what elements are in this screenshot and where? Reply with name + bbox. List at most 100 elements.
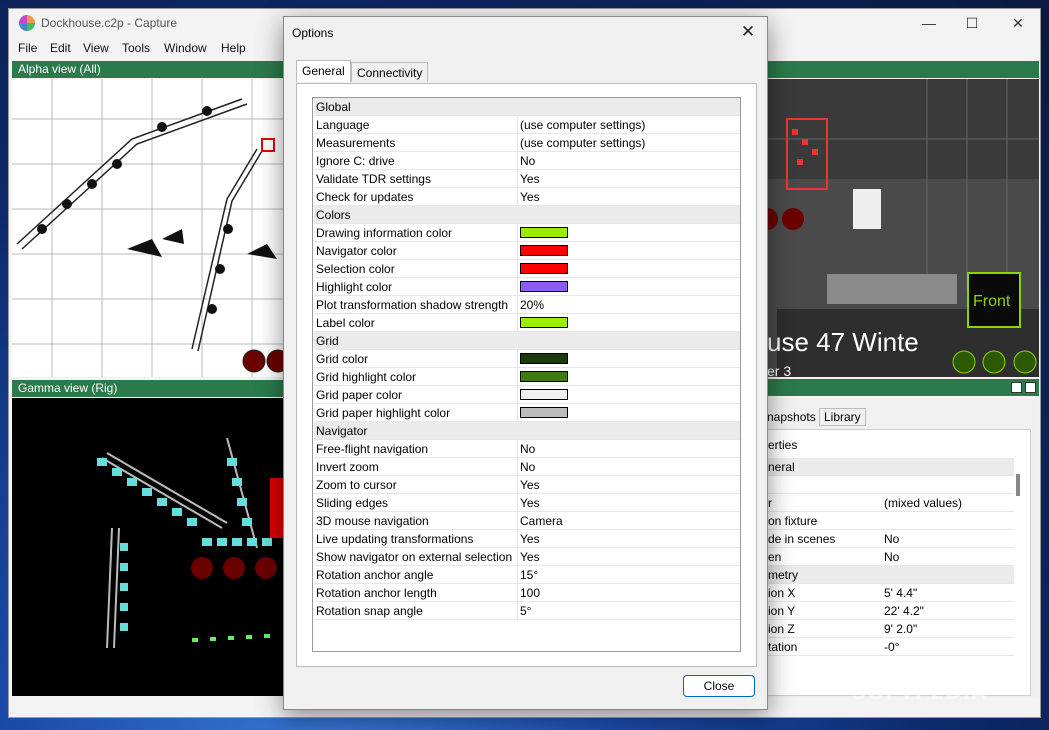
props-row[interactable]: de in scenes No: [768, 530, 1014, 548]
option-row[interactable]: Validate TDR settings Yes: [314, 170, 740, 188]
props-label: ion Z: [768, 622, 795, 636]
tab-general[interactable]: General: [296, 60, 351, 82]
option-row[interactable]: 3D mouse navigation Camera: [314, 512, 740, 530]
props-row[interactable]: r (mixed values): [768, 494, 1014, 512]
props-row[interactable]: ion Z 9' 2.0": [768, 620, 1014, 638]
option-value[interactable]: 15°: [520, 568, 538, 582]
option-row[interactable]: Measurements (use computer settings): [314, 134, 740, 152]
props-section-header: metry: [768, 566, 1014, 584]
option-row[interactable]: Rotation snap angle 5°: [314, 602, 740, 620]
option-row[interactable]: Grid paper color: [314, 386, 740, 404]
color-swatch[interactable]: [520, 263, 568, 274]
option-row[interactable]: Rotation anchor angle 15°: [314, 566, 740, 584]
props-value[interactable]: 22' 4.2": [884, 604, 924, 618]
dialog-close-icon[interactable]: ✕: [735, 21, 761, 43]
option-value[interactable]: (use computer settings): [520, 118, 645, 132]
props-value[interactable]: No: [884, 532, 899, 546]
option-row[interactable]: Drawing information color: [314, 224, 740, 242]
option-value[interactable]: No: [520, 442, 535, 456]
props-value[interactable]: 5' 4.4": [884, 586, 917, 600]
props-grid[interactable]: neral r (mixed values) on fixture de in scen…: [768, 458, 1014, 690]
option-row[interactable]: Grid highlight color: [314, 368, 740, 386]
alpha-view-canvas[interactable]: [12, 79, 283, 377]
option-row[interactable]: Grid paper highlight color: [314, 404, 740, 422]
props-value[interactable]: No: [884, 550, 899, 564]
option-row[interactable]: Check for updates Yes: [314, 188, 740, 206]
props-row[interactable]: ion X 5' 4.4": [768, 584, 1014, 602]
option-value[interactable]: No: [520, 154, 535, 168]
props-value[interactable]: (mixed values): [884, 496, 962, 510]
option-row[interactable]: Zoom to cursor Yes: [314, 476, 740, 494]
general-tab-panel: Global Language (use computer settings) Mea…: [296, 83, 757, 667]
menu-view[interactable]: View: [83, 41, 109, 55]
props-row[interactable]: en No: [768, 548, 1014, 566]
close-icon[interactable]: ✕: [1003, 13, 1033, 33]
option-value[interactable]: Yes: [520, 172, 540, 186]
props-pin-icon[interactable]: [1025, 382, 1036, 393]
option-value[interactable]: No: [520, 460, 535, 474]
option-row[interactable]: Invert zoom No: [314, 458, 740, 476]
option-row[interactable]: Sliding edges Yes: [314, 494, 740, 512]
color-swatch[interactable]: [520, 317, 568, 328]
props-value[interactable]: 9' 2.0": [884, 622, 917, 636]
alpha-view-header[interactable]: Alpha view (All): [12, 61, 283, 78]
option-value[interactable]: 20%: [520, 298, 544, 312]
option-value[interactable]: 100: [520, 586, 540, 600]
props-row[interactable]: on fixture: [768, 512, 1014, 530]
props-row[interactable]: [768, 476, 1014, 494]
menu-tools[interactable]: Tools: [122, 41, 150, 55]
props-scrollbar[interactable]: [1016, 474, 1020, 496]
option-value[interactable]: Yes: [520, 190, 540, 204]
option-row[interactable]: Navigator color: [314, 242, 740, 260]
option-row[interactable]: Highlight color: [314, 278, 740, 296]
option-value[interactable]: Yes: [520, 550, 540, 564]
maximize-icon[interactable]: ☐: [957, 13, 987, 33]
column-divider: [517, 242, 518, 259]
color-swatch[interactable]: [520, 353, 568, 364]
tab-connectivity[interactable]: Connectivity: [351, 62, 429, 82]
render-banner-subtext: er 3: [767, 363, 792, 377]
option-row[interactable]: Selection color: [314, 260, 740, 278]
menu-help[interactable]: Help: [221, 41, 246, 55]
front-view-button[interactable]: Front: [973, 293, 1010, 311]
option-row[interactable]: Free-flight navigation No: [314, 440, 740, 458]
gamma-view-canvas[interactable]: [12, 398, 283, 696]
option-value[interactable]: Yes: [520, 532, 540, 546]
option-value[interactable]: Yes: [520, 496, 540, 510]
option-row[interactable]: Plot transformation shadow strength 20%: [314, 296, 740, 314]
props-label: r: [768, 496, 772, 510]
props-row[interactable]: ion Y 22' 4.2": [768, 602, 1014, 620]
options-grid[interactable]: Global Language (use computer settings) Mea…: [312, 97, 741, 652]
option-row[interactable]: Rotation anchor length 100: [314, 584, 740, 602]
menu-file[interactable]: File: [18, 41, 37, 55]
color-swatch[interactable]: [520, 407, 568, 418]
color-swatch[interactable]: [520, 371, 568, 382]
color-swatch[interactable]: [520, 389, 568, 400]
option-value[interactable]: 5°: [520, 604, 531, 618]
option-value[interactable]: (use computer settings): [520, 136, 645, 150]
props-undock-icon[interactable]: [1011, 382, 1022, 393]
color-swatch[interactable]: [520, 245, 568, 256]
gamma-view-header[interactable]: Gamma view (Rig): [12, 380, 283, 397]
option-row[interactable]: Live updating transformations Yes: [314, 530, 740, 548]
option-value[interactable]: Yes: [520, 478, 540, 492]
menu-window[interactable]: Window: [164, 41, 207, 55]
color-swatch[interactable]: [520, 227, 568, 238]
props-row[interactable]: tation -0°: [768, 638, 1014, 656]
option-row[interactable]: Label color: [314, 314, 740, 332]
option-value[interactable]: Camera: [520, 514, 563, 528]
option-row[interactable]: Language (use computer settings): [314, 116, 740, 134]
render-view-canvas[interactable]: Front use 47 Winte er 3: [767, 79, 1039, 377]
props-value[interactable]: -0°: [884, 640, 899, 654]
tab-snapshots[interactable]: napshots: [767, 410, 816, 424]
tab-library[interactable]: Library: [819, 408, 866, 426]
props-label: ion X: [768, 586, 796, 600]
menu-edit[interactable]: Edit: [50, 41, 71, 55]
option-row[interactable]: Grid color: [314, 350, 740, 368]
option-row[interactable]: Ignore C: drive No: [314, 152, 740, 170]
column-divider: [517, 566, 518, 583]
option-row[interactable]: Show navigator on external selection Yes: [314, 548, 740, 566]
minimize-icon[interactable]: —: [914, 13, 944, 33]
color-swatch[interactable]: [520, 281, 568, 292]
close-button[interactable]: Close: [683, 675, 755, 697]
